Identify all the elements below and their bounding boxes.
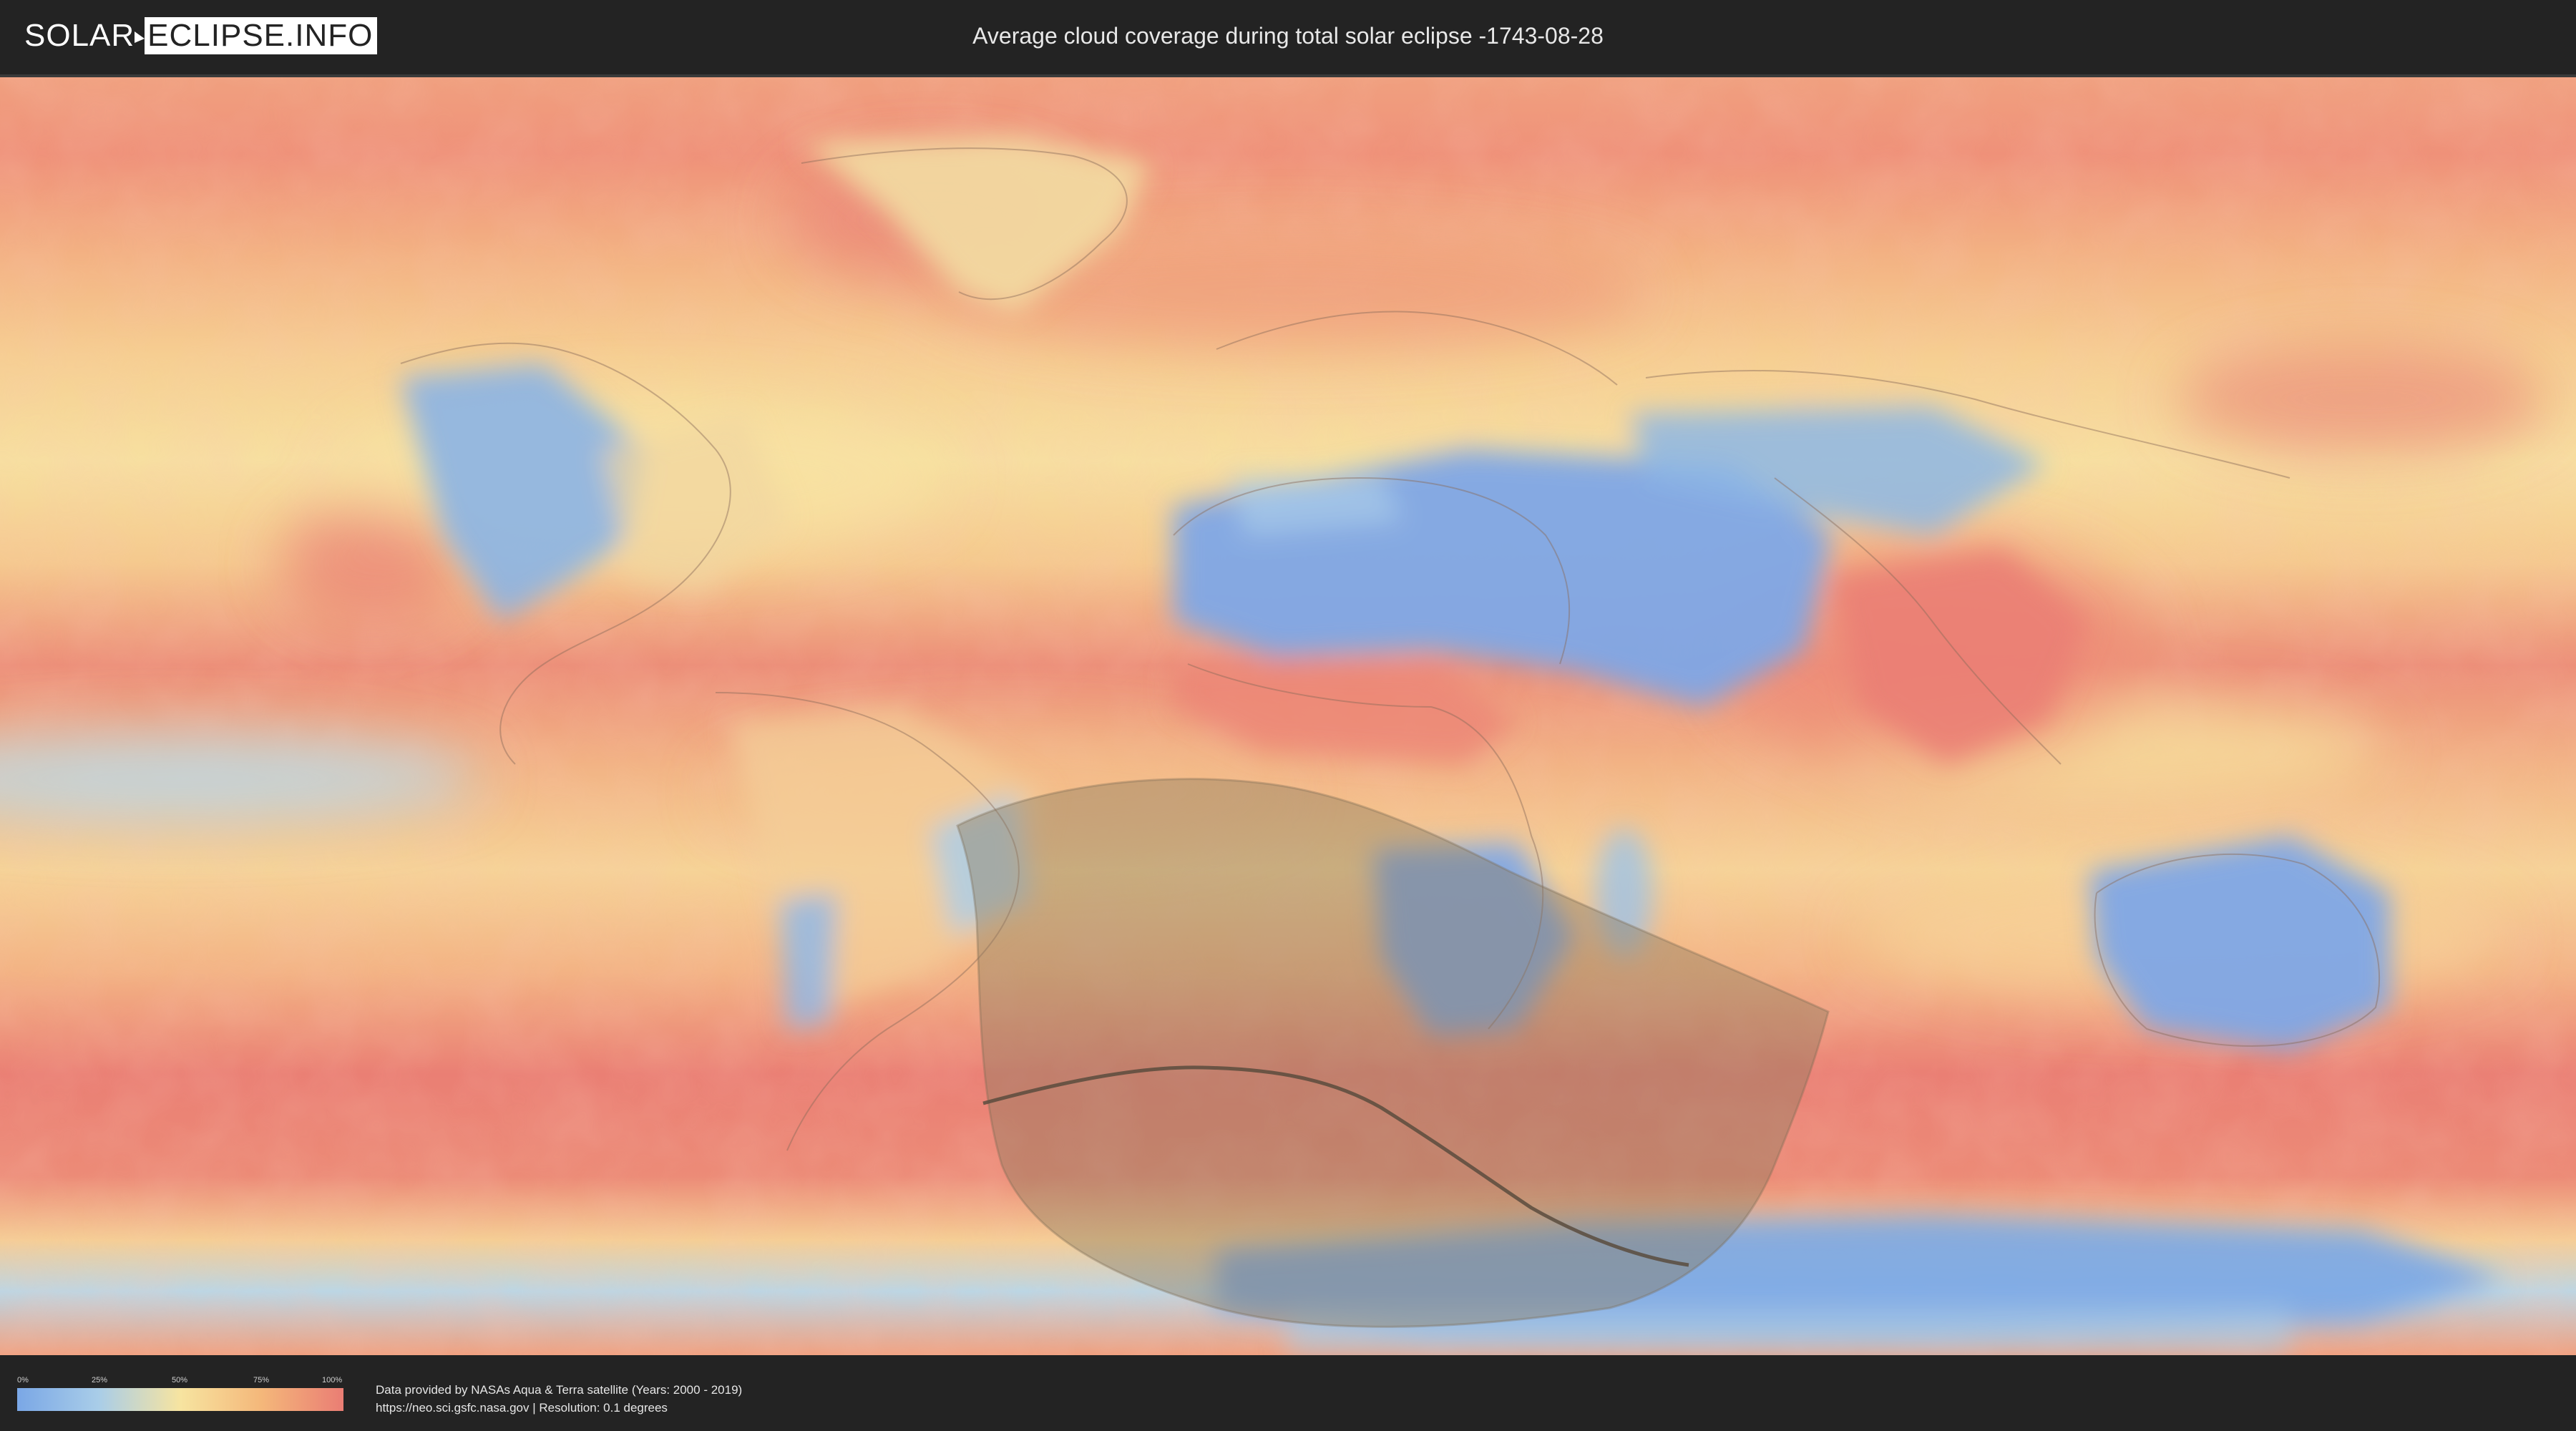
legend-ticks: 0% 25% 50% 75% 100% [17,1375,343,1387]
data-credits: Data provided by NASAs Aqua & Terra sate… [376,1381,742,1417]
cloud-coverage-legend: 0% 25% 50% 75% 100% [17,1375,343,1418]
page: SOLAR ECLIPSE.INFO Average cloud coverag… [0,0,2576,1431]
legend-gradient-bar [17,1388,343,1411]
header-bar: SOLAR ECLIPSE.INFO Average cloud coverag… [0,0,2576,72]
cloud-coverage-map[interactable] [0,74,2576,1355]
legend-tick-75: 75% [253,1376,270,1384]
legend-tick-100: 100% [322,1376,343,1384]
map-svg [0,77,2576,1355]
legend-tick-0: 0% [17,1376,29,1384]
legend-tick-25: 25% [92,1376,108,1384]
footer-bar: 0% 25% 50% 75% 100% Data provided by NAS… [0,1355,2576,1431]
credit-line-source: Data provided by NASAs Aqua & Terra sate… [376,1383,743,1397]
legend-tick-50: 50% [172,1376,188,1384]
page-title: Average cloud coverage during total sola… [972,23,1604,49]
credit-line-url[interactable]: https://neo.sci.gsfc.nasa.gov | Resoluti… [376,1399,742,1417]
